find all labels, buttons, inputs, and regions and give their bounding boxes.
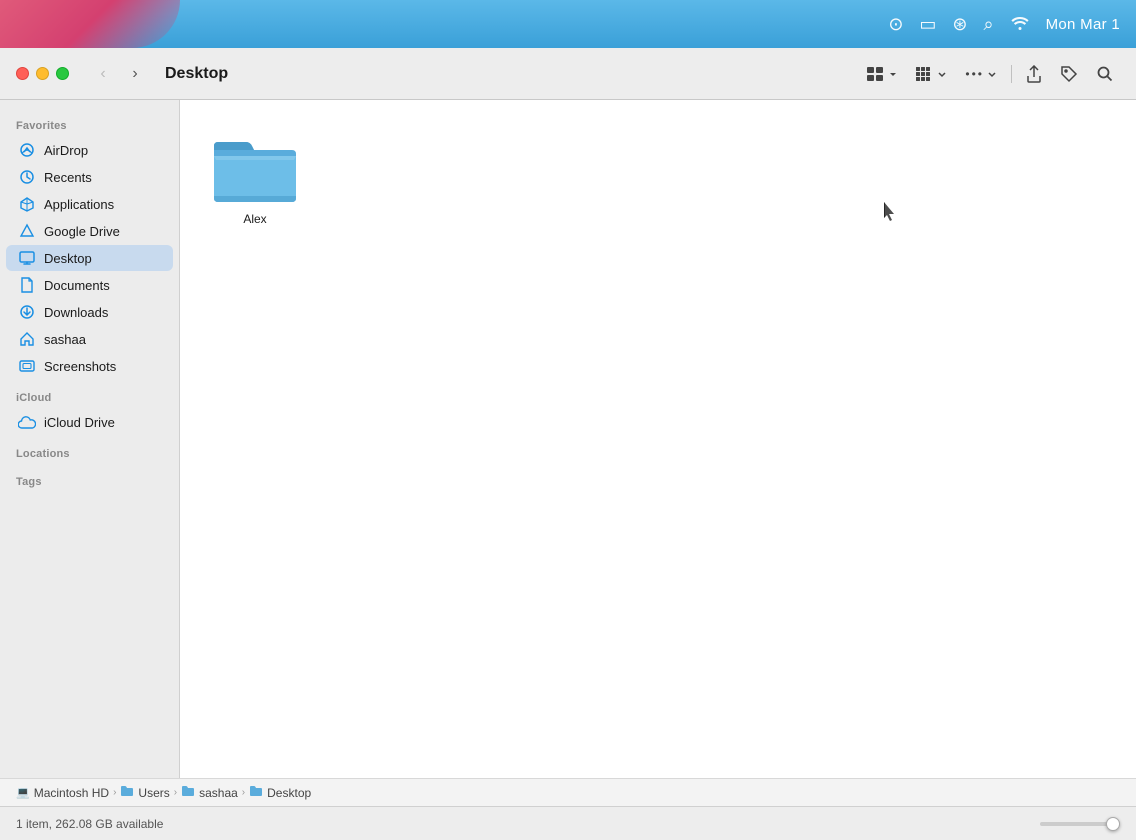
share-button[interactable]: [1020, 60, 1048, 88]
sidebar-item-recents[interactable]: Recents: [6, 164, 173, 190]
sidebar-item-screenshots[interactable]: Screenshots: [6, 353, 173, 379]
breadcrumb-users[interactable]: Users: [120, 785, 169, 800]
desktop-icon: [18, 249, 36, 267]
breadcrumb-label-macintosh-hd: Macintosh HD: [34, 786, 109, 800]
users-folder-icon: [120, 785, 134, 800]
zoom-slider[interactable]: [1040, 822, 1120, 826]
favorites-header: Favorites: [0, 108, 179, 136]
breadcrumb-desktop[interactable]: Desktop: [249, 785, 311, 800]
macintosh-hd-icon: 💻: [16, 786, 30, 799]
menu-bar-accent: [0, 0, 180, 48]
wifi-icon[interactable]: [1010, 14, 1030, 35]
status-text: 1 item, 262.08 GB available: [16, 817, 163, 831]
icloud-header: iCloud: [0, 380, 179, 408]
minimize-button[interactable]: [36, 67, 49, 80]
sidebar-label-documents: Documents: [44, 278, 110, 293]
window-controls: [16, 67, 69, 80]
folder-icon-alex: [210, 128, 300, 206]
spotlight-icon[interactable]: ⌕: [984, 14, 994, 35]
nav-buttons: ‹ ›: [89, 60, 149, 88]
back-button[interactable]: ‹: [89, 60, 117, 88]
tags-header: Tags: [0, 464, 179, 492]
battery-icon[interactable]: ▭: [919, 14, 936, 35]
folder-alex[interactable]: Alex: [200, 120, 310, 236]
breadcrumb-label-users: Users: [138, 786, 169, 800]
sidebar-item-desktop[interactable]: Desktop: [6, 245, 173, 271]
downloads-icon: [18, 303, 36, 321]
sidebar-label-google-drive: Google Drive: [44, 224, 120, 239]
google-drive-icon: [18, 222, 36, 240]
locations-header: Locations: [0, 436, 179, 464]
zoom-slider-thumb[interactable]: [1106, 817, 1120, 831]
toolbar-divider: [1011, 65, 1012, 83]
sidebar-label-desktop: Desktop: [44, 251, 92, 266]
sashaa-folder-icon: [181, 785, 195, 800]
content-area: Favorites AirDrop: [0, 100, 1136, 778]
documents-icon: [18, 276, 36, 294]
tag-button[interactable]: [1054, 60, 1084, 88]
breadcrumb-label-sashaa: sashaa: [199, 786, 238, 800]
sidebar-item-icloud-drive[interactable]: iCloud Drive: [6, 409, 173, 435]
breadcrumb-sep-1: ›: [113, 787, 116, 798]
desktop-folder-icon: [249, 785, 263, 800]
breadcrumb-macintosh-hd[interactable]: 💻 Macintosh HD: [16, 786, 109, 800]
sidebar-item-documents[interactable]: Documents: [6, 272, 173, 298]
sidebar-label-downloads: Downloads: [44, 305, 108, 320]
applications-icon: [18, 195, 36, 213]
search-button[interactable]: [1090, 60, 1120, 88]
breadcrumb-sashaa[interactable]: sashaa: [181, 785, 238, 800]
recents-icon: [18, 168, 36, 186]
menu-bar-time: Mon Mar 1: [1046, 16, 1120, 33]
sidebar-label-airdrop: AirDrop: [44, 143, 88, 158]
group-view-button[interactable]: [910, 60, 953, 88]
main-content: Alex: [180, 100, 1136, 778]
sidebar-item-sashaa[interactable]: sashaa: [6, 326, 173, 352]
close-button[interactable]: [16, 67, 29, 80]
fast-user-switch-icon[interactable]: ⊛: [952, 14, 967, 35]
sidebar-label-applications: Applications: [44, 197, 114, 212]
sidebar-label-screenshots: Screenshots: [44, 359, 116, 374]
airdrop-icon: [18, 141, 36, 159]
more-actions-button[interactable]: •••: [959, 60, 1003, 88]
icloud-icon: [18, 413, 36, 431]
sidebar-item-google-drive[interactable]: Google Drive: [6, 218, 173, 244]
sidebar: Favorites AirDrop: [0, 100, 180, 778]
sidebar-label-sashaa: sashaa: [44, 332, 86, 347]
sidebar-label-recents: Recents: [44, 170, 92, 185]
breadcrumb-bar: 💻 Macintosh HD › Users › sashaa › Deskto…: [0, 778, 1136, 806]
toolbar: ‹ › Desktop: [0, 48, 1136, 100]
maximize-button[interactable]: [56, 67, 69, 80]
forward-button[interactable]: ›: [121, 60, 149, 88]
status-bar: 1 item, 262.08 GB available: [0, 806, 1136, 840]
window-title: Desktop: [165, 65, 853, 83]
user-icon[interactable]: ⊙: [888, 14, 903, 35]
sidebar-label-icloud-drive: iCloud Drive: [44, 415, 115, 430]
sidebar-item-applications[interactable]: Applications: [6, 191, 173, 217]
sidebar-item-downloads[interactable]: Downloads: [6, 299, 173, 325]
home-icon: [18, 330, 36, 348]
sidebar-item-airdrop[interactable]: AirDrop: [6, 137, 173, 163]
breadcrumb-sep-2: ›: [174, 787, 177, 798]
toolbar-right: •••: [861, 60, 1120, 88]
breadcrumb-sep-3: ›: [242, 787, 245, 798]
grid-view-button[interactable]: [861, 60, 904, 88]
files-area: Alex: [180, 100, 1136, 256]
file-label-alex: Alex: [243, 212, 266, 228]
breadcrumb-label-desktop: Desktop: [267, 786, 311, 800]
finder-window: ‹ › Desktop: [0, 48, 1136, 840]
screenshots-icon: [18, 357, 36, 375]
menu-bar: ⊙ ▭ ⊛ ⌕ Mon Mar 1: [0, 0, 1136, 48]
